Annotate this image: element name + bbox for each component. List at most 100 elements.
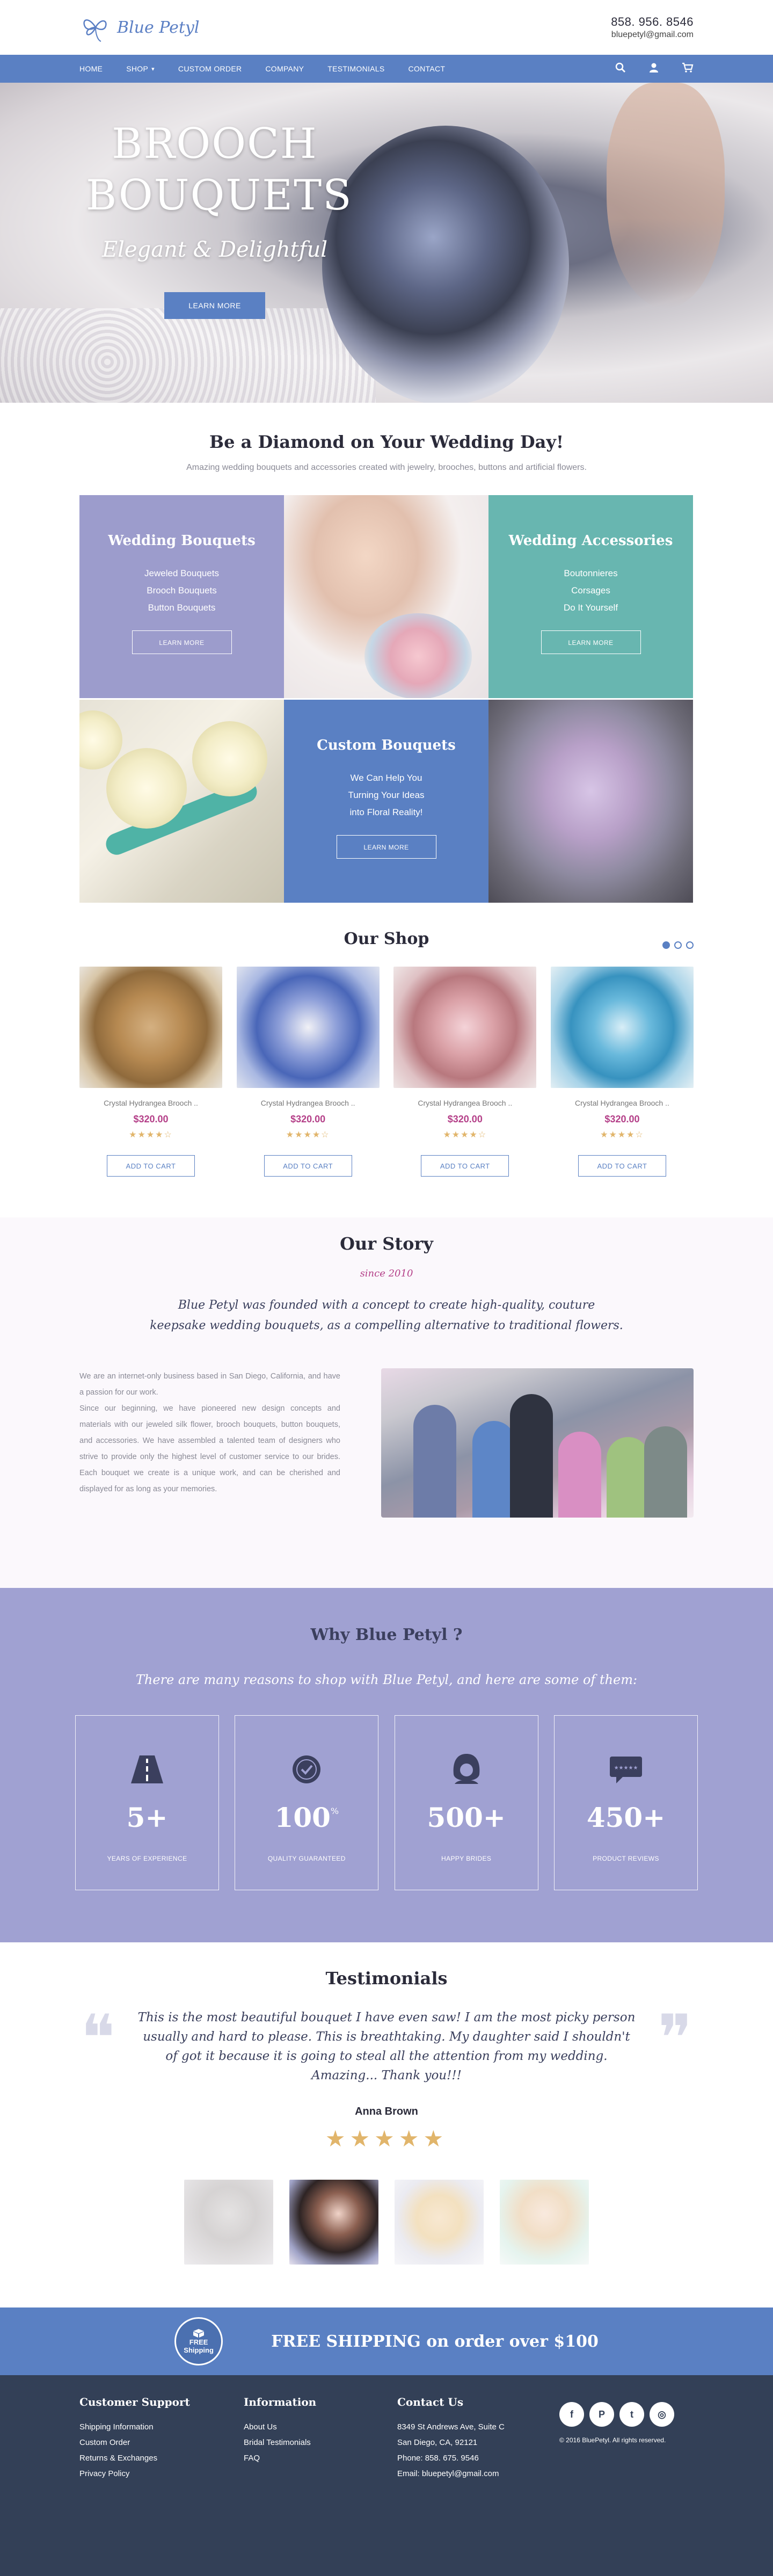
- nav-item-shop[interactable]: SHOP ▾: [126, 64, 155, 73]
- logo[interactable]: Blue Petyl: [79, 11, 199, 43]
- tile-list-item[interactable]: Jeweled Bouquets: [79, 565, 284, 582]
- nav-item-contact[interactable]: CONTACT: [409, 64, 446, 73]
- product-list: Crystal Hydrangea Brooch .. $320.00 ★★★★…: [79, 967, 694, 1177]
- twitter-icon[interactable]: t: [619, 2402, 644, 2427]
- stat-value: 5+: [76, 1802, 218, 1833]
- hero-subtitle: Elegant & Delightful: [101, 237, 328, 262]
- story-body: We are an internet-only business based i…: [79, 1368, 694, 1518]
- carousel-dots: [662, 941, 694, 949]
- tile-wedding-accessories[interactable]: Wedding Accessories Boutonnieres Corsage…: [488, 495, 693, 698]
- product-image[interactable]: [79, 967, 222, 1088]
- cart-icon[interactable]: [682, 62, 694, 76]
- nav-item-custom-order[interactable]: CUSTOM ORDER: [178, 64, 242, 73]
- footer-link[interactable]: About Us: [244, 2419, 397, 2435]
- learn-more-button[interactable]: LEARN MORE: [336, 835, 436, 859]
- learn-more-button[interactable]: LEARN MORE: [541, 630, 641, 654]
- hero-learn-more-button[interactable]: LEARN MORE: [164, 292, 265, 319]
- rating-stars: ★★★★☆: [129, 1130, 173, 1140]
- header-phone[interactable]: 858. 956. 8546: [611, 15, 694, 29]
- tile-list: Jeweled Bouquets Brooch Bouquets Button …: [79, 565, 284, 616]
- footer-link[interactable]: Privacy Policy: [79, 2466, 244, 2481]
- footer-contact-lines: 8349 St Andrews Ave, Suite C San Diego, …: [397, 2419, 559, 2481]
- tile-title: Wedding Bouquets: [108, 533, 256, 549]
- nav-item-testimonials[interactable]: TESTIMONIALS: [327, 64, 384, 73]
- footer-link[interactable]: Shipping Information: [79, 2419, 244, 2435]
- quality-badge-icon: [289, 1752, 324, 1787]
- team-member-image: [558, 1432, 601, 1518]
- tile-list-item[interactable]: Boutonnieres: [488, 565, 693, 582]
- carousel-dot[interactable]: [674, 941, 682, 949]
- add-to-cart-button[interactable]: ADD TO CART: [107, 1155, 195, 1177]
- story-paragraph-1: We are an internet-only business based i…: [79, 1372, 340, 1397]
- stat-value: 100%: [235, 1802, 378, 1833]
- product-price: $320.00: [447, 1114, 483, 1124]
- facebook-icon[interactable]: f: [559, 2402, 584, 2427]
- avatar[interactable]: [184, 2180, 273, 2265]
- tile-list-item[interactable]: Brooch Bouquets: [79, 582, 284, 599]
- carousel-dot[interactable]: [686, 941, 694, 949]
- hero-arm-image: [607, 83, 725, 308]
- product-name[interactable]: Crystal Hydrangea Brooch ..: [551, 1099, 694, 1107]
- rating-stars: ★★★★☆: [600, 1130, 644, 1140]
- why-intro: There are many reasons to shop with Blue…: [135, 1672, 638, 1687]
- stat-label: HAPPY BRIDES: [441, 1855, 492, 1862]
- user-icon[interactable]: [648, 62, 659, 76]
- learn-more-button[interactable]: LEARN MORE: [132, 630, 232, 654]
- avatar[interactable]: [289, 2180, 378, 2265]
- chevron-down-icon: ▾: [151, 66, 155, 72]
- tile-wedding-bouquets[interactable]: Wedding Bouquets Jeweled Bouquets Brooch…: [79, 495, 284, 698]
- product-image[interactable]: [393, 967, 537, 1088]
- product-name[interactable]: Crystal Hydrangea Brooch ..: [237, 1099, 380, 1107]
- footer-link[interactable]: Returns & Exchanges: [79, 2450, 244, 2466]
- road-icon: [130, 1752, 164, 1787]
- hero-text: BROOCH BOUQUETS Elegant & Delightful LEA…: [86, 118, 352, 319]
- testimonials-title: Testimonials: [325, 1968, 448, 1989]
- brand-name: Blue Petyl: [117, 18, 200, 37]
- hero-dress-image: [0, 308, 376, 403]
- tile-list-item[interactable]: Corsages: [488, 582, 693, 599]
- tile-list-item[interactable]: Button Bouquets: [79, 599, 284, 616]
- product-name[interactable]: Crystal Hydrangea Brooch ..: [79, 1099, 222, 1107]
- story-quote: Blue Petyl was founded with a concept to…: [0, 1295, 773, 1336]
- product-price: $320.00: [133, 1114, 169, 1124]
- quote-close-icon: ❞: [658, 2001, 692, 2076]
- footer-link[interactable]: FAQ: [244, 2450, 397, 2466]
- tile-list-item: We Can Help You: [350, 773, 422, 783]
- footer-phone[interactable]: Phone: 858. 675. 9546: [397, 2450, 559, 2466]
- pinterest-icon[interactable]: P: [589, 2402, 614, 2427]
- footer-link[interactable]: Custom Order: [79, 2435, 244, 2450]
- free-shipping-banner: FREE Shipping FREE SHIPPING on order ove…: [0, 2307, 773, 2375]
- stat-number: 5+: [126, 1802, 168, 1833]
- footer: Customer Support Shipping Information Cu…: [0, 2375, 773, 2576]
- intro-section: Be a Diamond on Your Wedding Day! Amazin…: [0, 403, 773, 473]
- footer-columns: Customer Support Shipping Information Cu…: [79, 2396, 694, 2481]
- story-paragraph-2: Since our beginning, we have pioneered n…: [79, 1404, 340, 1493]
- avatar[interactable]: [500, 2180, 589, 2265]
- stat-number: 450+: [586, 1802, 666, 1833]
- product-name[interactable]: Crystal Hydrangea Brooch ..: [393, 1099, 536, 1107]
- stat-card: 5+ YEARS OF EXPERIENCE: [75, 1715, 219, 1890]
- footer-email[interactable]: Email: bluepetyl@gmail.com: [397, 2466, 559, 2481]
- add-to-cart-button[interactable]: ADD TO CART: [264, 1155, 352, 1177]
- tile-list-item[interactable]: Do It Yourself: [488, 599, 693, 616]
- avatar[interactable]: [395, 2180, 484, 2265]
- product-image[interactable]: [236, 967, 380, 1088]
- testimonials-section: Testimonials ❝ ❞ This is the most beauti…: [0, 1942, 773, 2307]
- product-card: Crystal Hydrangea Brooch .. $320.00 ★★★★…: [79, 967, 222, 1177]
- footer-link[interactable]: Bridal Testimonials: [244, 2435, 397, 2450]
- tile-custom-bouquets[interactable]: Custom Bouquets We Can Help You Turning …: [284, 700, 488, 903]
- testimonial-stars: ★★★★★: [325, 2126, 448, 2151]
- quote-open-icon: ❝: [81, 2001, 115, 2076]
- search-icon[interactable]: [615, 62, 626, 76]
- badge-text: FREE: [189, 2338, 208, 2346]
- header-email[interactable]: bluepetyl@gmail.com: [611, 30, 694, 40]
- add-to-cart-button[interactable]: ADD TO CART: [578, 1155, 666, 1177]
- product-image[interactable]: [550, 967, 694, 1088]
- stat-label: YEARS OF EXPERIENCE: [107, 1855, 187, 1862]
- carousel-dot[interactable]: [662, 941, 670, 949]
- nav-item-company[interactable]: COMPANY: [265, 64, 304, 73]
- copyright: © 2016 BluePetyl. All rights reserved.: [559, 2436, 666, 2444]
- nav-item-home[interactable]: HOME: [79, 64, 103, 73]
- instagram-icon[interactable]: ◎: [650, 2402, 674, 2427]
- add-to-cart-button[interactable]: ADD TO CART: [421, 1155, 509, 1177]
